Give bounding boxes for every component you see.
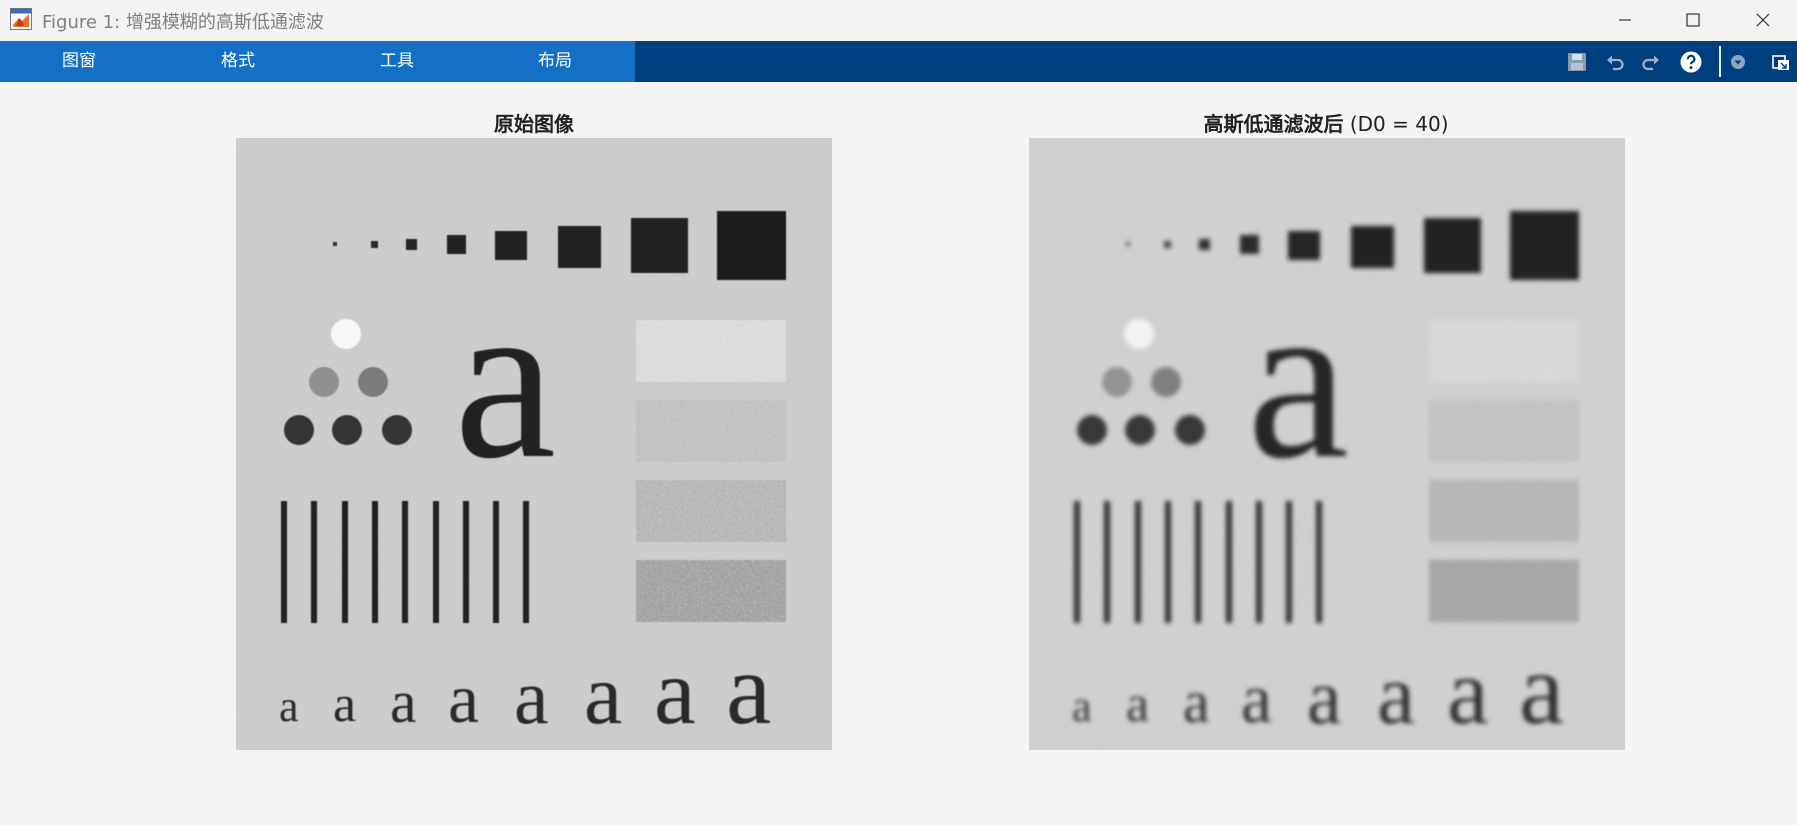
window-title: Figure 1: 增强模糊的高斯低通滤波 bbox=[42, 12, 324, 33]
undo-button[interactable] bbox=[1600, 47, 1630, 77]
window-titlebar: Figure 1: 增强模糊的高斯低通滤波 bbox=[0, 0, 1797, 39]
toolbar-dropdown-button[interactable] bbox=[1723, 47, 1753, 77]
original-image[interactable]: a a a a a a a a a bbox=[236, 138, 832, 750]
menu-bar: 图窗 格式 工具 布局 bbox=[0, 41, 635, 82]
undock-button[interactable] bbox=[1766, 47, 1796, 77]
svg-text:a: a bbox=[1241, 661, 1272, 738]
original-test-pattern-image: a a a a a a a a a bbox=[236, 138, 832, 750]
menu-figure[interactable]: 图窗 bbox=[39, 41, 119, 82]
dropdown-icon bbox=[1731, 55, 1745, 69]
svg-text:a: a bbox=[1307, 653, 1342, 740]
svg-text:a: a bbox=[726, 633, 771, 746]
save-button[interactable] bbox=[1562, 47, 1592, 77]
help-icon bbox=[1680, 51, 1702, 73]
axes-title-filtered-sub: (D0 = 40) bbox=[1343, 112, 1449, 136]
svg-text:a: a bbox=[333, 676, 356, 733]
close-icon bbox=[1756, 13, 1770, 26]
save-icon bbox=[1568, 53, 1586, 71]
axes-title-filtered: 高斯低通滤波后 (D0 = 40) bbox=[1029, 108, 1623, 137]
figure-toolstrip: 图窗 格式 工具 布局 bbox=[0, 41, 1797, 82]
svg-text:a: a bbox=[1377, 646, 1415, 742]
help-button[interactable] bbox=[1676, 47, 1706, 77]
toolbar-separator bbox=[1719, 46, 1721, 77]
svg-text:a: a bbox=[1447, 640, 1489, 744]
redo-button[interactable] bbox=[1636, 47, 1666, 77]
svg-text:a: a bbox=[1126, 676, 1149, 733]
svg-text:a: a bbox=[390, 669, 417, 735]
svg-text:a: a bbox=[1072, 682, 1092, 731]
svg-text:a: a bbox=[654, 640, 696, 744]
minimize-icon bbox=[1619, 18, 1631, 21]
menu-tools[interactable]: 工具 bbox=[357, 41, 437, 82]
svg-text:a: a bbox=[584, 646, 622, 742]
axes-title-filtered-main: 高斯低通滤波后 bbox=[1203, 112, 1344, 136]
axes-title-original: 原始图像 bbox=[237, 108, 831, 137]
svg-text:a: a bbox=[448, 661, 479, 738]
maximize-icon bbox=[1686, 12, 1700, 27]
filtered-test-pattern-image: a a a a a a a a a bbox=[1029, 138, 1625, 750]
svg-text:a: a bbox=[454, 251, 556, 506]
menu-format[interactable]: 格式 bbox=[198, 41, 278, 82]
undo-icon bbox=[1607, 55, 1624, 71]
close-button[interactable] bbox=[1727, 0, 1797, 39]
svg-text:a: a bbox=[1247, 251, 1349, 506]
svg-text:a: a bbox=[514, 653, 549, 740]
minimize-button[interactable] bbox=[1589, 0, 1661, 39]
axes-title-original-main: 原始图像 bbox=[494, 112, 574, 136]
svg-text:a: a bbox=[1519, 633, 1564, 746]
svg-text:a: a bbox=[1183, 669, 1210, 735]
undock-icon bbox=[1772, 55, 1789, 70]
svg-text:a: a bbox=[279, 682, 299, 731]
maximize-button[interactable] bbox=[1657, 0, 1729, 39]
matlab-icon bbox=[10, 8, 32, 30]
redo-icon bbox=[1642, 55, 1659, 71]
filtered-image[interactable]: a a a a a a a a a bbox=[1029, 138, 1625, 750]
menu-layout[interactable]: 布局 bbox=[515, 41, 595, 82]
